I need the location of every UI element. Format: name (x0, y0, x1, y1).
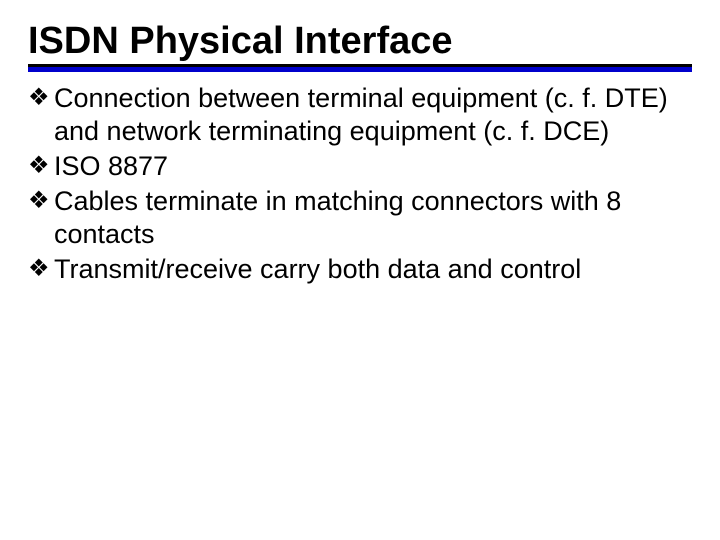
bullet-icon: ❖ (28, 82, 54, 113)
bullet-icon: ❖ (28, 253, 54, 284)
bullet-icon: ❖ (28, 150, 54, 181)
list-item: ❖ Transmit/receive carry both data and c… (28, 253, 692, 286)
list-item: ❖ Connection between terminal equipment … (28, 82, 692, 148)
bullet-text: Connection between terminal equipment (c… (54, 82, 692, 148)
slide-body: ❖ Connection between terminal equipment … (28, 82, 692, 286)
slide-title: ISDN Physical Interface (28, 22, 692, 62)
divider-blue (28, 67, 692, 72)
bullet-text: ISO 8877 (54, 150, 692, 183)
bullet-text: Cables terminate in matching connectors … (54, 185, 692, 251)
bullet-text: Transmit/receive carry both data and con… (54, 253, 692, 286)
list-item: ❖ Cables terminate in matching connector… (28, 185, 692, 251)
list-item: ❖ ISO 8877 (28, 150, 692, 183)
slide: ISDN Physical Interface ❖ Connection bet… (0, 0, 720, 540)
bullet-icon: ❖ (28, 185, 54, 216)
